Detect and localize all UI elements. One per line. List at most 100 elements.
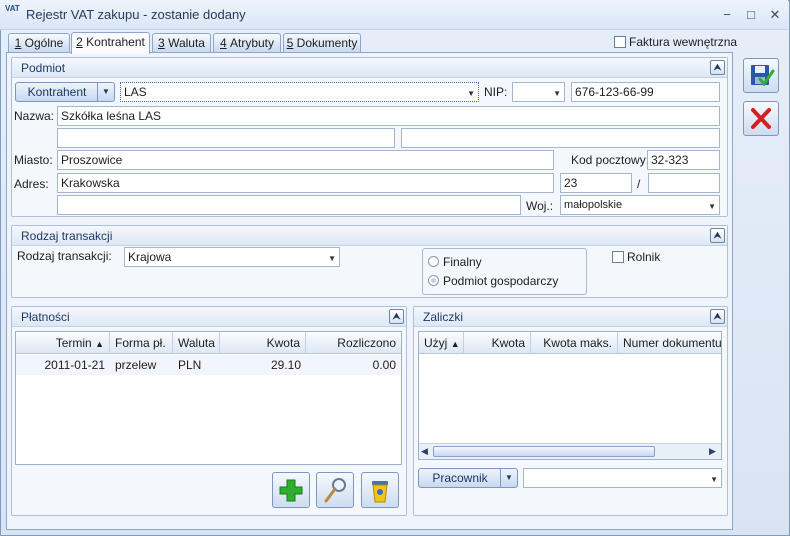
tab-ogolne[interactable]: 1 Ogólne (8, 33, 70, 53)
adres-input[interactable]: Krakowska (57, 173, 554, 193)
nr-domu-input[interactable]: 23 (560, 173, 632, 193)
cell-rozliczono: 0.00 (372, 358, 396, 372)
save-button[interactable] (743, 58, 779, 93)
adres-label: Adres: (14, 177, 49, 191)
collapse-icon[interactable]: ⮝ (389, 309, 404, 324)
horizontal-scrollbar[interactable]: ◀ ▶ (419, 443, 721, 459)
chevron-down-icon[interactable]: ▼ (500, 469, 517, 487)
column-header-uzyj[interactable]: Użyj ▲ (419, 332, 464, 354)
tab-number: 3 (158, 36, 165, 50)
scrollbar-thumb[interactable] (433, 446, 655, 457)
tab-label: Ogólne (24, 36, 64, 50)
sort-asc-icon: ▲ (450, 339, 460, 349)
chevron-down-icon: ▼ (467, 89, 475, 98)
tab-label: Kontrahent (86, 35, 145, 49)
column-header-waluta[interactable]: Waluta (173, 332, 220, 354)
platnosci-grid: Termin ▲ Forma pł. Waluta Kwota Rozliczo… (15, 331, 402, 465)
column-header-kwota-maks[interactable]: Kwota maks. (531, 332, 618, 354)
miasto-input[interactable]: Proszowice (57, 150, 554, 170)
nazwa-input-1[interactable]: Szkółka leśna LAS (57, 106, 720, 126)
kontrahent-code-value: LAS (124, 85, 147, 99)
chevron-down-icon: ▼ (710, 475, 718, 484)
nip-input[interactable]: 676-123-66-99 (571, 82, 720, 102)
tab-dokumenty[interactable]: 5 Dokumenty (283, 33, 361, 53)
tab-atrybuty[interactable]: 4 Atrybuty (213, 33, 281, 53)
tab-label: Atrybuty (230, 36, 275, 50)
faktura-wewnetrzna-checkbox[interactable] (614, 36, 626, 48)
minimize-button[interactable]: − (718, 6, 736, 24)
chevron-down-icon: ▼ (708, 202, 716, 211)
tab-number: 1 (14, 36, 22, 50)
nip-label: NIP: (484, 85, 508, 99)
column-header-label: Termin (55, 336, 92, 350)
wojewodztwo-value: małopolskie (564, 199, 623, 211)
magnifier-icon (324, 478, 346, 503)
scroll-left-icon[interactable]: ◀ (421, 446, 428, 457)
nazwa-label: Nazwa: (14, 109, 55, 123)
cancel-button[interactable] (743, 101, 779, 136)
sort-asc-icon: ▲ (95, 339, 104, 349)
column-header-forma[interactable]: Forma pł. (110, 332, 173, 354)
column-header-rozliczono[interactable]: Rozliczono (306, 332, 401, 354)
collapse-icon[interactable]: ⮝ (710, 309, 725, 324)
close-window-button[interactable]: ✕ (766, 6, 784, 24)
rodzaj-transakcji-select[interactable]: Krajowa ▼ (124, 247, 340, 267)
column-header-label: Użyj (424, 336, 448, 350)
add-payment-button[interactable] (272, 472, 310, 508)
table-row[interactable]: 2011-01-21 przelew PLN 29.10 0.00 (16, 355, 401, 375)
save-icon (751, 65, 775, 87)
nr-lokalu-input[interactable] (648, 173, 720, 193)
tab-waluta[interactable]: 3 Waluta (152, 33, 211, 53)
delete-payment-button[interactable] (361, 472, 399, 508)
cell-termin: 2011-01-21 (44, 358, 106, 372)
cell-waluta: PLN (178, 358, 202, 372)
radio-podmiot-gospodarczy-label: Podmiot gospodarczy (443, 274, 559, 288)
zaliczki-grid: Użyj ▲ Kwota Kwota maks. Numer dokumentu… (418, 331, 722, 460)
chevron-down-icon: ▼ (553, 89, 561, 98)
nip-prefix-select[interactable]: ▼ (512, 82, 565, 102)
kontrahent-code-select[interactable]: LAS ▼ (120, 82, 479, 102)
wojewodztwo-select[interactable]: małopolskie ▼ (560, 195, 720, 215)
collapse-icon[interactable]: ⮝ (710, 60, 725, 75)
zaliczki-header: Zaliczki ⮝ (414, 307, 727, 327)
kod-pocztowy-label: Kod pocztowy: (571, 153, 650, 167)
platnosci-grid-header: Termin ▲ Forma pł. Waluta Kwota Rozliczo… (16, 332, 401, 354)
pracownik-select[interactable]: ▼ (523, 468, 722, 488)
adres-input-2[interactable] (57, 195, 521, 215)
tab-label: Dokumenty (296, 36, 358, 50)
tab-number: 4 (219, 36, 227, 50)
nazwa-input-3[interactable] (401, 128, 720, 148)
scroll-right-icon[interactable]: ▶ (709, 446, 716, 457)
pracownik-button[interactable]: Pracownik ▼ (418, 468, 518, 488)
search-payment-button[interactable] (316, 472, 354, 508)
tab-number: 5 (286, 36, 294, 50)
pracownik-button-label: Pracownik (432, 471, 488, 485)
collapse-icon[interactable]: ⮝ (710, 228, 725, 243)
wojewodztwo-label: Woj.: (526, 199, 554, 213)
rodzaj-transakcji-label: Rodzaj transakcji: (17, 249, 112, 263)
radio-podmiot-gospodarczy[interactable] (428, 275, 439, 286)
vat-app-icon: VAT (5, 4, 20, 13)
cancel-x-icon (751, 108, 771, 129)
radio-finalny[interactable] (428, 256, 439, 267)
column-header-termin[interactable]: Termin ▲ (16, 332, 110, 354)
rodzaj-transakcji-title: Rodzaj transakcji (21, 229, 113, 243)
tab-number: 2 (76, 35, 83, 49)
rolnik-checkbox[interactable] (612, 251, 624, 263)
tab-kontrahent[interactable]: 2 Kontrahent (71, 32, 150, 54)
column-header-kwota[interactable]: Kwota (220, 332, 306, 354)
cell-kwota: 29.10 (270, 358, 301, 372)
maximize-button[interactable]: □ (742, 6, 760, 24)
address-slash: / (637, 177, 641, 191)
miasto-label: Miasto: (14, 153, 53, 167)
platnosci-header: Płatności ⮝ (12, 307, 406, 327)
rolnik-label: Rolnik (627, 250, 661, 264)
column-header-kwota[interactable]: Kwota (464, 332, 531, 354)
kontrahent-button[interactable]: Kontrahent ▼ (15, 82, 115, 102)
chevron-down-icon[interactable]: ▼ (97, 83, 114, 101)
platnosci-title: Płatności (21, 310, 70, 324)
zaliczki-grid-header: Użyj ▲ Kwota Kwota maks. Numer dokumentu (419, 332, 721, 354)
column-header-numer-dokumentu[interactable]: Numer dokumentu (618, 332, 721, 354)
kod-pocztowy-input[interactable]: 32-323 (647, 150, 720, 170)
nazwa-input-2[interactable] (57, 128, 395, 148)
